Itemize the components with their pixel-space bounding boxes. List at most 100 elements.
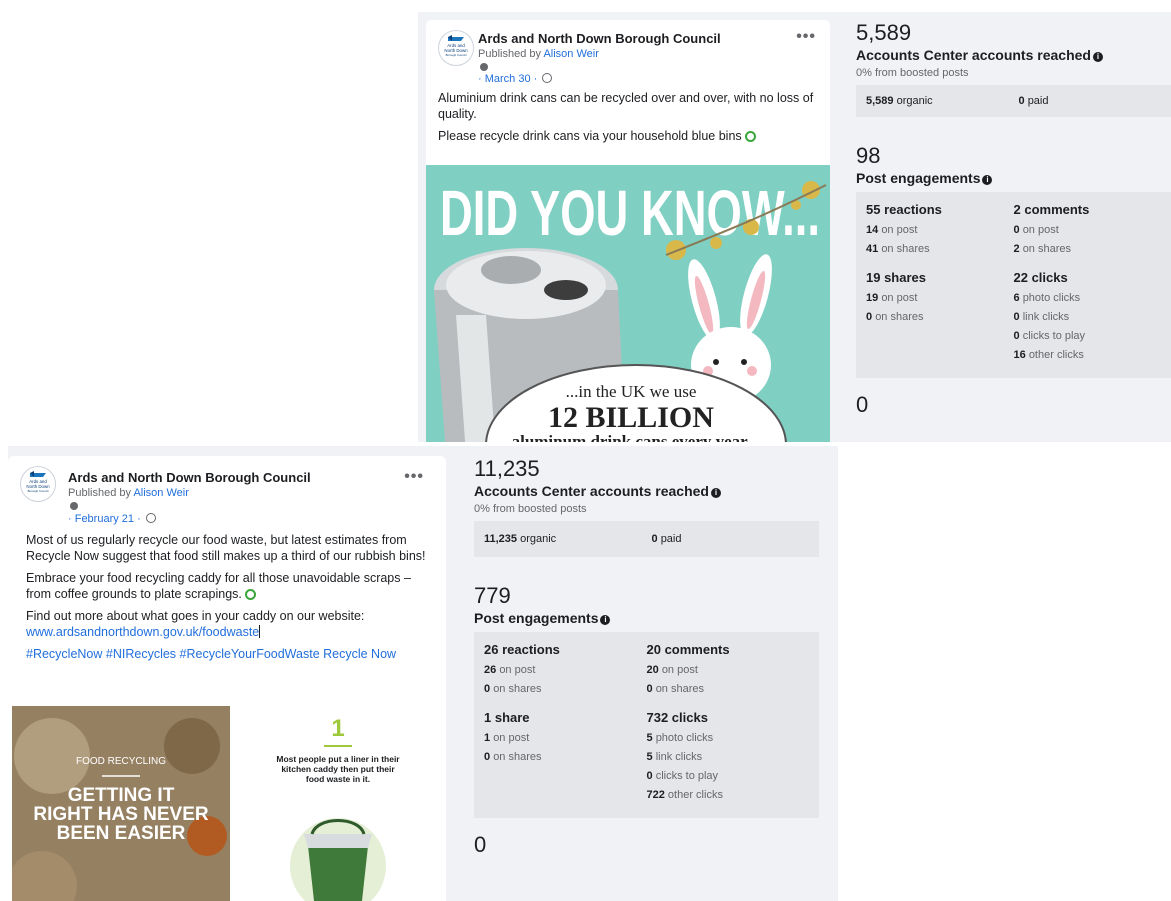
post-paragraph-text: Embrace your food recycling caddy for al… <box>26 571 411 601</box>
globe-icon <box>145 513 156 523</box>
graphic-line-2: 12 BILLION <box>548 401 714 434</box>
published-by: Published by Alison Weir <box>478 48 599 60</box>
more-options-button[interactable]: ••• <box>796 28 816 46</box>
post-card: Ards and North Down Borough Council Ards… <box>426 20 830 442</box>
more-options-button[interactable]: ••• <box>404 468 424 486</box>
stat-line-value: 5 <box>646 732 653 744</box>
stat-line-label: on post <box>881 292 918 304</box>
stat-line-label: on shares <box>493 683 542 695</box>
stat-line: 5 photo clicks <box>647 732 810 744</box>
clicks-title: 732 clicks <box>646 710 708 725</box>
post-card: Ards and North Down Borough Council Ards… <box>8 456 446 901</box>
recycle-emoji-icon <box>244 589 256 600</box>
stat-line-label: on shares <box>493 751 542 763</box>
post-date-text[interactable]: · February 21 · <box>68 513 141 525</box>
page-name[interactable]: Ards and North Down Borough Council <box>478 31 721 46</box>
stat-line-value: 19 <box>866 292 879 304</box>
stat-line-value: 0 <box>646 683 653 695</box>
council-logo-icon: Ards and North Down Borough Council <box>26 471 50 493</box>
text-cursor <box>259 625 261 638</box>
stat-line-label: link clicks <box>655 751 703 763</box>
reach-label-text: Accounts Center accounts reached <box>474 483 709 499</box>
paid-reach-value: 0 <box>651 533 658 545</box>
reach-label: Accounts Center accounts reached i <box>474 483 819 499</box>
stat-line: 0 on shares <box>484 683 647 695</box>
stat-line-value: 20 <box>646 664 659 676</box>
engagement-value: 779 <box>474 583 511 608</box>
author-link[interactable]: Alison Weir <box>133 487 188 499</box>
reactions-title: 55 reactions <box>866 202 942 217</box>
website-link[interactable]: www.ardsandnorthdown.gov.uk/foodwaste <box>26 625 259 639</box>
page-avatar[interactable]: Ards and North Down Borough Council <box>438 30 474 66</box>
stat-line-value: 6 <box>1013 292 1020 304</box>
audience-icon[interactable] <box>480 63 488 71</box>
post-image[interactable]: DID YOU KNOW... ...in the UK we use 12 B… <box>426 165 830 442</box>
comments-group: 2 comments 0 on post 2 on shares <box>1014 202 1162 262</box>
stat-line: 0 on shares <box>866 311 1014 323</box>
shares-title: 19 shares <box>866 270 926 285</box>
logo-text-3: Borough Council <box>446 53 467 57</box>
post-paragraph: Please recycle drink cans via your house… <box>438 128 818 144</box>
post-date[interactable]: · February 21 · <box>68 513 156 525</box>
graphic-line-1: ...in the UK we use <box>566 382 697 401</box>
stat-line-value: 14 <box>866 224 879 236</box>
stat-line-label: on post <box>493 732 530 744</box>
page-name[interactable]: Ards and North Down Borough Council <box>68 470 311 485</box>
stat-line-value: 2 <box>1013 243 1020 255</box>
logo-text-3: Borough Council <box>28 489 49 493</box>
graphic-headline: DID YOU KNOW... <box>440 177 820 249</box>
comments-title: 20 comments <box>646 642 730 657</box>
shares-title: 1 share <box>484 710 530 725</box>
engagement-label: Post engagements i <box>474 610 819 626</box>
post-paragraph: Embrace your food recycling caddy for al… <box>26 570 434 602</box>
stat-line-label: on shares <box>881 243 930 255</box>
paid-reach: 0 paid <box>1019 95 1171 107</box>
reactions-group: 55 reactions 14 on post 41 on shares <box>866 202 1014 262</box>
organic-reach-label: organic <box>896 95 933 107</box>
info-icon[interactable]: i <box>710 488 721 498</box>
stat-line-value: 16 <box>1013 349 1026 361</box>
stat-line-value: 0 <box>1013 330 1020 342</box>
organic-reach-value: 11,235 <box>484 533 518 545</box>
reach-breakdown: 11,235 organic 0 paid <box>474 521 819 557</box>
author-link[interactable]: Alison Weir <box>543 48 598 60</box>
stat-line-label: on shares <box>1022 243 1071 255</box>
boosted-note: 0% from boosted posts <box>856 67 969 79</box>
post-insights: 11,235 Accounts Center accounts reached i… <box>474 456 819 858</box>
post-header: Ards and North Down Borough Council Ards… <box>426 20 830 85</box>
stat-line: 0 clicks to play <box>647 770 810 782</box>
stat-line-value: 0 <box>484 751 491 763</box>
stat-line: 722 other clicks <box>647 789 810 801</box>
reach-value: 5,589 <box>856 20 912 45</box>
engagement-value: 98 <box>856 143 881 168</box>
audience-icon[interactable] <box>70 502 78 510</box>
council-logo-icon: Ards and North Down Borough Council <box>444 35 468 57</box>
stat-line-value: 0 <box>484 683 491 695</box>
stat-line-label: link clicks <box>1022 311 1070 323</box>
graphic-headline-2: RIGHT HAS NEVER <box>33 804 209 825</box>
stat-line: 0 link clicks <box>1014 311 1162 323</box>
post-header: Ards and North Down Borough Council Ards… <box>8 456 446 525</box>
stat-line: 16 other clicks <box>1014 349 1162 361</box>
post-date-text[interactable]: · March 30 · <box>478 73 537 85</box>
info-icon[interactable]: i <box>982 175 993 185</box>
post-date[interactable]: · March 30 · <box>478 73 553 85</box>
stat-line-label: on post <box>1022 224 1059 236</box>
bottom-insights-screenshot: Ards and North Down Borough Council Ards… <box>8 446 838 901</box>
info-icon[interactable]: i <box>600 615 611 625</box>
post-paragraph-text: Please recycle drink cans via your house… <box>438 129 742 143</box>
organic-reach-value: 5,589 <box>866 95 894 107</box>
info-icon[interactable]: i <box>1092 52 1103 62</box>
boosted-note: 0% from boosted posts <box>474 503 587 515</box>
stat-line: 14 on post <box>866 224 1014 236</box>
organic-reach: 11,235 organic <box>484 533 652 545</box>
hashtags[interactable]: #RecycleNow #NIRecycles #RecycleYourFood… <box>26 646 434 662</box>
page-avatar[interactable]: Ards and North Down Borough Council <box>20 466 56 502</box>
stat-line-value: 0 <box>1013 224 1020 236</box>
graphic-headline-1: GETTING IT <box>68 785 175 806</box>
reach-label-text: Accounts Center accounts reached <box>856 47 1091 63</box>
stat-line-label: clicks to play <box>1022 330 1086 342</box>
next-metric-value: 0 <box>856 392 869 417</box>
post-image[interactable]: FOOD RECYCLING GETTING IT RIGHT HAS NEVE… <box>12 706 446 901</box>
comments-group: 20 comments 20 on post 0 on shares <box>647 642 810 702</box>
